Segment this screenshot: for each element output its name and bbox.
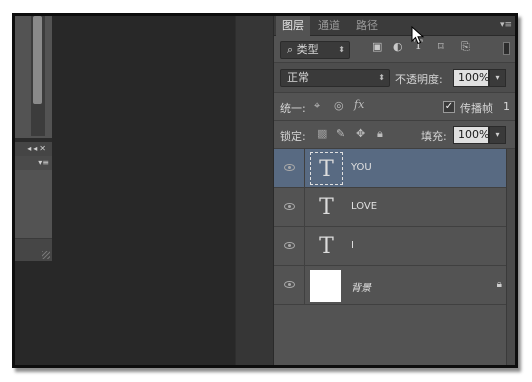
layers-panel: 图层 通道 路径 ▾≡ ⌕ 类型 ⬍ ▣ ◐ T ⌑ ⎘ 正常 ⬍ 不透明度: …	[273, 16, 515, 365]
search-icon: ⌕	[287, 43, 297, 56]
eye-icon	[284, 242, 295, 249]
lock-row: 锁定: ▩ ✎ ✥ 🔒︎ 填充: 100% ▾	[274, 121, 515, 149]
eye-icon	[284, 203, 295, 210]
chevron-updown-icon: ⬍	[338, 45, 345, 54]
filter-toggle[interactable]	[503, 42, 510, 55]
blend-mode-dropdown[interactable]: 正常 ⬍	[280, 69, 390, 87]
lock-position-icon[interactable]: ✥	[356, 127, 365, 140]
left-panel-header: ◂◂✕	[15, 142, 52, 156]
fill-dropdown-button[interactable]: ▾	[489, 126, 506, 144]
blend-mode-label: 正常	[287, 71, 309, 84]
visibility-toggle[interactable]	[274, 149, 305, 187]
fill-label: 填充:	[421, 130, 447, 143]
visibility-toggle[interactable]	[274, 188, 305, 226]
filter-kind-dropdown[interactable]: ⌕ 类型 ⬍	[280, 41, 350, 59]
layer-row-you[interactable]: T YOU	[274, 149, 515, 188]
smart-object-filter-icon[interactable]: ⎘	[461, 40, 470, 54]
close-icon[interactable]: ✕	[39, 144, 48, 153]
collapse-icon[interactable]: ◂◂	[27, 144, 39, 153]
propagate-frame-checkbox[interactable]: ✓	[443, 101, 455, 113]
unify-position-icon[interactable]: ⌖	[314, 99, 320, 113]
resize-grip-icon[interactable]	[42, 251, 50, 259]
lock-transparent-icon[interactable]: ▩	[317, 127, 327, 140]
layer-row-background[interactable]: 背景 🔒︎	[274, 266, 515, 305]
filter-kind-label: 类型	[296, 43, 319, 56]
canvas-area[interactable]: ◂◂✕ ▾≡	[15, 16, 235, 365]
adjustment-filter-icon[interactable]: ◐	[393, 40, 403, 53]
eye-icon	[284, 164, 295, 171]
lock-pixels-icon[interactable]: ✎	[336, 127, 345, 140]
left-scrollbar-thumb[interactable]	[33, 16, 42, 104]
image-filter-icon[interactable]: ▣	[372, 40, 382, 53]
unify-visibility-icon[interactable]: ◎	[334, 99, 344, 112]
mouse-cursor-icon	[411, 26, 425, 45]
visibility-toggle[interactable]	[274, 266, 305, 304]
layer-row-love[interactable]: T LOVE	[274, 188, 515, 227]
layer-row-i[interactable]: T I	[274, 227, 515, 266]
layers-scrollbar[interactable]	[506, 149, 515, 365]
unify-row: 统一: ⌖ ◎ fx ✓ 传播帧 1	[274, 93, 515, 121]
layer-name[interactable]: LOVE	[351, 201, 377, 212]
unify-style-icon[interactable]: fx	[354, 98, 364, 111]
tab-paths[interactable]: 路径	[350, 16, 384, 36]
text-layer-thumbnail: T	[319, 234, 334, 259]
text-layer-thumbnail: T	[319, 195, 334, 220]
layer-filter-row: ⌕ 类型 ⬍ ▣ ◐ T ⌑ ⎘	[274, 37, 515, 63]
photoshop-window: ◂◂✕ ▾≡ 图层 通道 路径 ▾≡ ⌕ 类型 ⬍ ▣ ◐ T ⌑ ⎘ 正常 ⬍…	[12, 13, 518, 368]
frame-number: 1	[503, 100, 510, 113]
layer-name[interactable]: YOU	[351, 162, 372, 173]
lock-label: 锁定:	[280, 130, 306, 143]
left-panel-body	[15, 170, 52, 238]
left-panel-footer	[15, 238, 52, 261]
left-panel-menu-icon[interactable]: ▾≡	[15, 156, 52, 170]
chevron-updown-icon: ⬍	[378, 73, 385, 82]
lock-icon: 🔒︎	[496, 279, 502, 290]
opacity-input[interactable]: 100%	[453, 69, 489, 87]
visibility-toggle[interactable]	[274, 227, 305, 265]
tab-channels[interactable]: 通道	[312, 16, 346, 36]
background-thumbnail	[310, 270, 341, 302]
eye-icon	[284, 281, 295, 288]
text-layer-thumbnail: T	[310, 152, 343, 185]
panel-tabbar: 图层 通道 路径 ▾≡	[274, 16, 515, 37]
layer-name[interactable]: 背景	[351, 279, 371, 294]
fill-input[interactable]: 100%	[453, 126, 489, 144]
panel-dock-gap	[235, 16, 273, 365]
layer-name[interactable]: I	[351, 240, 354, 251]
left-floating-panel: ◂◂✕ ▾≡	[15, 16, 52, 261]
lock-all-icon[interactable]: 🔒︎	[377, 127, 383, 141]
blend-row: 正常 ⬍ 不透明度: 100% ▾	[274, 63, 515, 93]
propagate-frame-label: 传播帧	[460, 102, 493, 115]
panel-menu-icon[interactable]: ▾≡	[500, 20, 512, 30]
shape-filter-icon[interactable]: ⌑	[438, 40, 444, 53]
tab-layers[interactable]: 图层	[276, 16, 310, 37]
opacity-label: 不透明度:	[395, 73, 443, 86]
opacity-dropdown-button[interactable]: ▾	[489, 69, 506, 87]
unify-label: 统一:	[280, 102, 306, 115]
